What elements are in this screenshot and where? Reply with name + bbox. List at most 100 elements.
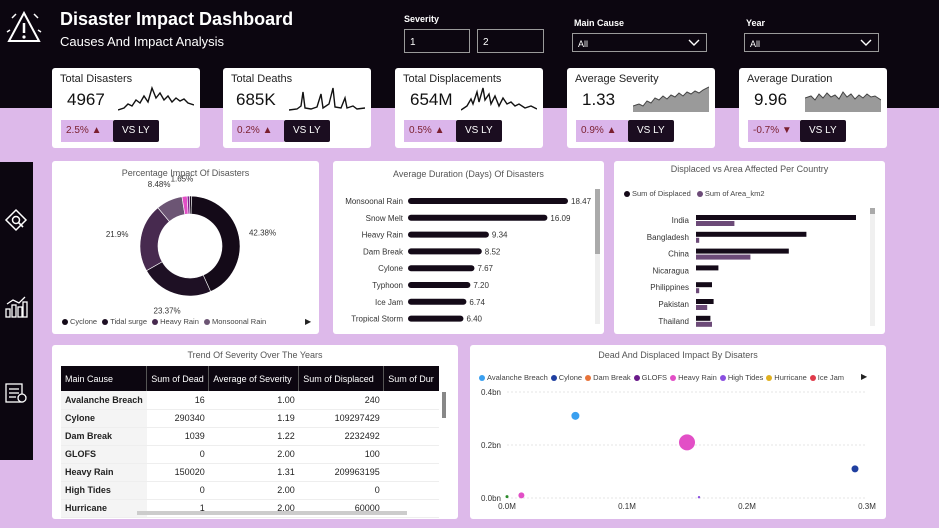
table-cell: 0 (298, 481, 384, 500)
duration-bar (408, 214, 548, 221)
scrollbar-thumb[interactable] (870, 208, 875, 214)
category-label: Cylone (378, 264, 403, 273)
report-icon[interactable] (4, 381, 28, 405)
legend-item: Monsoonal Rain (212, 317, 267, 326)
category-label: Snow Melt (366, 214, 404, 223)
kpi-change-badge: 0.9% ▲ (576, 120, 628, 142)
column-header[interactable]: Main Cause (61, 366, 148, 391)
row-label-cell: Cylone (61, 409, 147, 428)
table-row[interactable]: Cylone 290340 1.19 109297429 (61, 409, 439, 428)
kpi-value: 4967 (67, 90, 105, 109)
vs-ly-button[interactable]: VS LY (284, 120, 330, 142)
bar-value-label: 6.74 (469, 298, 485, 307)
kpi-change-badge: -0.7% ▼ (748, 120, 800, 142)
legend-swatch (62, 319, 68, 325)
row-label-cell: High Tides (61, 481, 147, 500)
disaster-icon[interactable] (4, 208, 28, 232)
table-cell (383, 445, 439, 464)
table-cell: 109297429 (298, 409, 384, 428)
duration-bar (408, 231, 489, 238)
table-cell (383, 427, 439, 446)
table-scrollbar-thumb[interactable] (442, 392, 446, 418)
table-cell: 240 (298, 391, 384, 410)
donut-slice (189, 195, 192, 215)
category-label: Dam Break (363, 247, 404, 256)
kpi-change-value: 0.5% (409, 125, 432, 136)
table-row[interactable]: Dam Break 1039 1.22 2232492 (61, 427, 439, 446)
scrollbar-track[interactable] (595, 189, 600, 324)
table-cell: 0 (146, 481, 209, 500)
table-row[interactable]: Heavy Rain 150020 1.31 209963195 (61, 463, 439, 482)
bar-value-label: 7.67 (477, 264, 493, 273)
country-bar-chart: India Bangladesh China Nicaragua Philippines… (647, 215, 856, 327)
kpi-sparkline (289, 87, 365, 111)
severity-min-input[interactable]: 1 (404, 29, 470, 53)
area-bar (696, 288, 700, 294)
legend-item: Cyclone (70, 317, 98, 326)
table-row[interactable]: GLOFS 0 2.00 100 (61, 445, 439, 464)
arrow-up-icon: ▲ (434, 125, 445, 136)
scrollbar-track[interactable] (870, 208, 875, 326)
kpi-value: 1.33 (582, 90, 616, 109)
country-label: Bangladesh (647, 233, 689, 242)
area-bar (696, 321, 712, 327)
row-label-cell: Heavy Rain (61, 463, 147, 482)
bar-value-label: 18.47 (571, 197, 592, 206)
kpi-change-value: -0.7% (753, 125, 780, 136)
column-header[interactable]: Sum of Dur (383, 366, 439, 391)
duration-bar (408, 265, 475, 272)
table-title: Trend Of Severity Over The Years (187, 350, 323, 360)
vs-ly-button[interactable]: VS LY (628, 120, 674, 142)
donut-chart: 42.38% 23.37% 21.9% 8.48%1.65% (106, 174, 276, 315)
severity-max-input[interactable]: 2 (477, 29, 544, 53)
country-label: Pakistan (658, 300, 689, 309)
scatter-panel: Dead And Displaced Impact By Disaters Av… (470, 345, 886, 519)
legend-swatch (102, 319, 109, 325)
kpi-sparkline (633, 86, 709, 112)
category-label: Ice Jam (375, 298, 403, 307)
kpi-change-badge: 0.5% ▲ (404, 120, 456, 142)
legend-item: Tidal surge (110, 317, 148, 326)
vs-ly-button[interactable]: VS LY (800, 120, 846, 142)
table-cell: 209963195 (298, 463, 384, 482)
main-cause-dropdown[interactable]: All (572, 33, 707, 52)
year-filter-label: Year (746, 18, 766, 28)
bar-value-label: 16.09 (550, 214, 571, 223)
column-header[interactable]: Sum of Dead (146, 366, 210, 391)
legend-swatch (152, 319, 159, 325)
table-cell: 290340 (146, 409, 209, 428)
displaced-bar (696, 315, 711, 321)
table-cell: 1.22 (208, 427, 299, 446)
table-row[interactable]: Avalanche Breach 16 1.00 240 (61, 391, 439, 410)
duration-bar (408, 282, 471, 288)
scatter-point (679, 434, 695, 451)
column-header[interactable]: Average of Severity (208, 366, 300, 391)
bar-value-label: 8.52 (485, 247, 501, 256)
kpi-card-total-disasters: Total Disasters 4967 2.5% ▲ VS LY (52, 68, 200, 148)
area-bar (696, 254, 751, 260)
kpi-sparkline (805, 91, 881, 112)
column-header[interactable]: Sum of Displaced (298, 366, 385, 391)
row-label-cell: Avalanche Breach (61, 391, 147, 410)
analytics-icon[interactable] (4, 295, 28, 319)
table-horizontal-scrollbar[interactable] (137, 511, 407, 515)
scrollbar-thumb[interactable] (595, 189, 600, 254)
legend-next-icon[interactable]: ▶ (305, 317, 311, 326)
main-cause-filter-label: Main Cause (574, 18, 625, 28)
x-tick-label: 0.1M (618, 502, 636, 511)
bar-value-label: 9.34 (492, 231, 508, 240)
slice-label: 8.48% (148, 180, 171, 189)
year-dropdown[interactable]: All (744, 33, 879, 52)
vs-ly-button[interactable]: VS LY (113, 120, 159, 142)
slice-label: 21.9% (106, 230, 129, 239)
chevron-down-icon (688, 39, 700, 46)
vs-ly-button[interactable]: VS LY (456, 120, 502, 142)
displaced-bar (696, 265, 719, 271)
kpi-label: Total Deaths (231, 73, 293, 85)
table-cell (383, 481, 439, 500)
row-label-cell: GLOFS (61, 445, 147, 464)
table-row[interactable]: High Tides 0 2.00 0 (61, 481, 439, 500)
x-tick-label: 0.3M (858, 502, 876, 511)
displaced-bar (696, 299, 714, 304)
arrow-down-icon: ▼ (781, 125, 792, 136)
